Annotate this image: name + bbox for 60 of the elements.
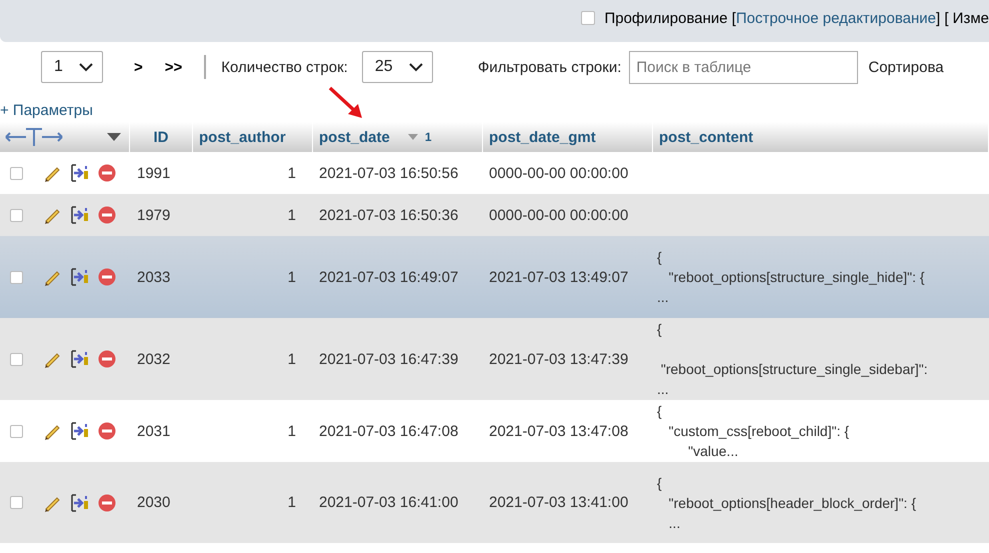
row-checkbox[interactable]	[10, 208, 23, 222]
resize-arrows-icon[interactable]	[4, 126, 64, 148]
table-cell: 2021-07-03 16:47:39	[313, 318, 483, 400]
row-checkbox[interactable]	[10, 496, 23, 509]
sort-down-icon[interactable]	[408, 134, 418, 140]
table-cell: 0000-00-00 00:00:00	[483, 194, 653, 236]
delete-icon[interactable]	[98, 164, 116, 182]
filter-field[interactable]: Поиск в таблице	[629, 50, 858, 84]
insert-row-icon[interactable]	[70, 349, 88, 369]
options-link[interactable]: + Параметры	[0, 90, 93, 122]
rows-count-label: Количество строк:	[221, 58, 348, 76]
toolbar-text: ] [ Изме	[936, 10, 989, 26]
column-header[interactable]: post_content	[653, 122, 989, 152]
column-header[interactable]: post_date 1	[313, 122, 483, 152]
chevron-icon	[79, 62, 93, 72]
sort-label: Сортирова	[868, 58, 944, 76]
profiling-checkbox[interactable]	[581, 11, 596, 25]
next-page-button[interactable]: >	[126, 58, 151, 76]
row-checkbox[interactable]	[10, 270, 23, 284]
rows-count-select[interactable]: 25	[362, 51, 433, 83]
page-select[interactable]: 1	[41, 51, 103, 83]
insert-row-icon[interactable]	[70, 163, 88, 183]
delete-icon[interactable]	[98, 350, 116, 368]
row-checkbox[interactable]	[10, 352, 23, 366]
table-cell: 2021-07-03 13:41:00	[483, 462, 653, 543]
table-cell: 2021-07-03 16:41:00	[313, 462, 483, 543]
table-cell: 2032	[130, 318, 193, 400]
filter-label: Фильтровать строки:	[478, 58, 622, 76]
column-header[interactable]: ID	[130, 122, 193, 152]
inline-edit-link[interactable]: Построчное редактирование	[736, 10, 936, 26]
table-cell: 2021-07-03 16:49:07	[313, 236, 483, 318]
table-cell: 1	[193, 318, 313, 400]
insert-row-icon[interactable]	[70, 205, 88, 225]
table-cell: 2033	[130, 236, 193, 318]
chevron-icon	[408, 62, 423, 72]
column-header[interactable]: post_date_gmt	[483, 122, 653, 152]
table-cell: 1	[193, 194, 313, 236]
delete-icon[interactable]	[98, 268, 116, 286]
caret-icon[interactable]	[107, 133, 121, 141]
last-page-button[interactable]: >>	[156, 58, 190, 76]
table-cell: { "reboot_options[structure_single_sidebar]": ...	[653, 318, 989, 400]
row-checkbox[interactable]	[10, 166, 23, 180]
insert-row-icon[interactable]	[70, 421, 88, 441]
profiling-label: Профилирование [	[604, 10, 736, 26]
delete-icon[interactable]	[98, 422, 116, 440]
table-cell: 1	[193, 462, 313, 543]
table-cell: 1979	[130, 194, 193, 236]
delete-icon[interactable]	[98, 494, 116, 512]
table-cell: { "reboot_options[structure_single_hide]": { ...	[653, 236, 989, 318]
table-cell: 2021-07-03 13:49:07	[483, 236, 653, 318]
table-cell: 2021-07-03 13:47:39	[483, 318, 653, 400]
row-checkbox[interactable]	[10, 424, 23, 438]
table-cell: { "reboot_options[header_block_order]": { ...	[653, 462, 989, 543]
insert-row-icon[interactable]	[70, 492, 88, 512]
table-cell: 2021-07-03 16:50:36	[313, 194, 483, 236]
table-cell: 2030	[130, 462, 193, 543]
table-cell: 1	[193, 236, 313, 318]
column-header[interactable]: post_author	[193, 122, 313, 152]
delete-icon[interactable]	[98, 206, 116, 224]
insert-row-icon[interactable]	[70, 267, 88, 287]
